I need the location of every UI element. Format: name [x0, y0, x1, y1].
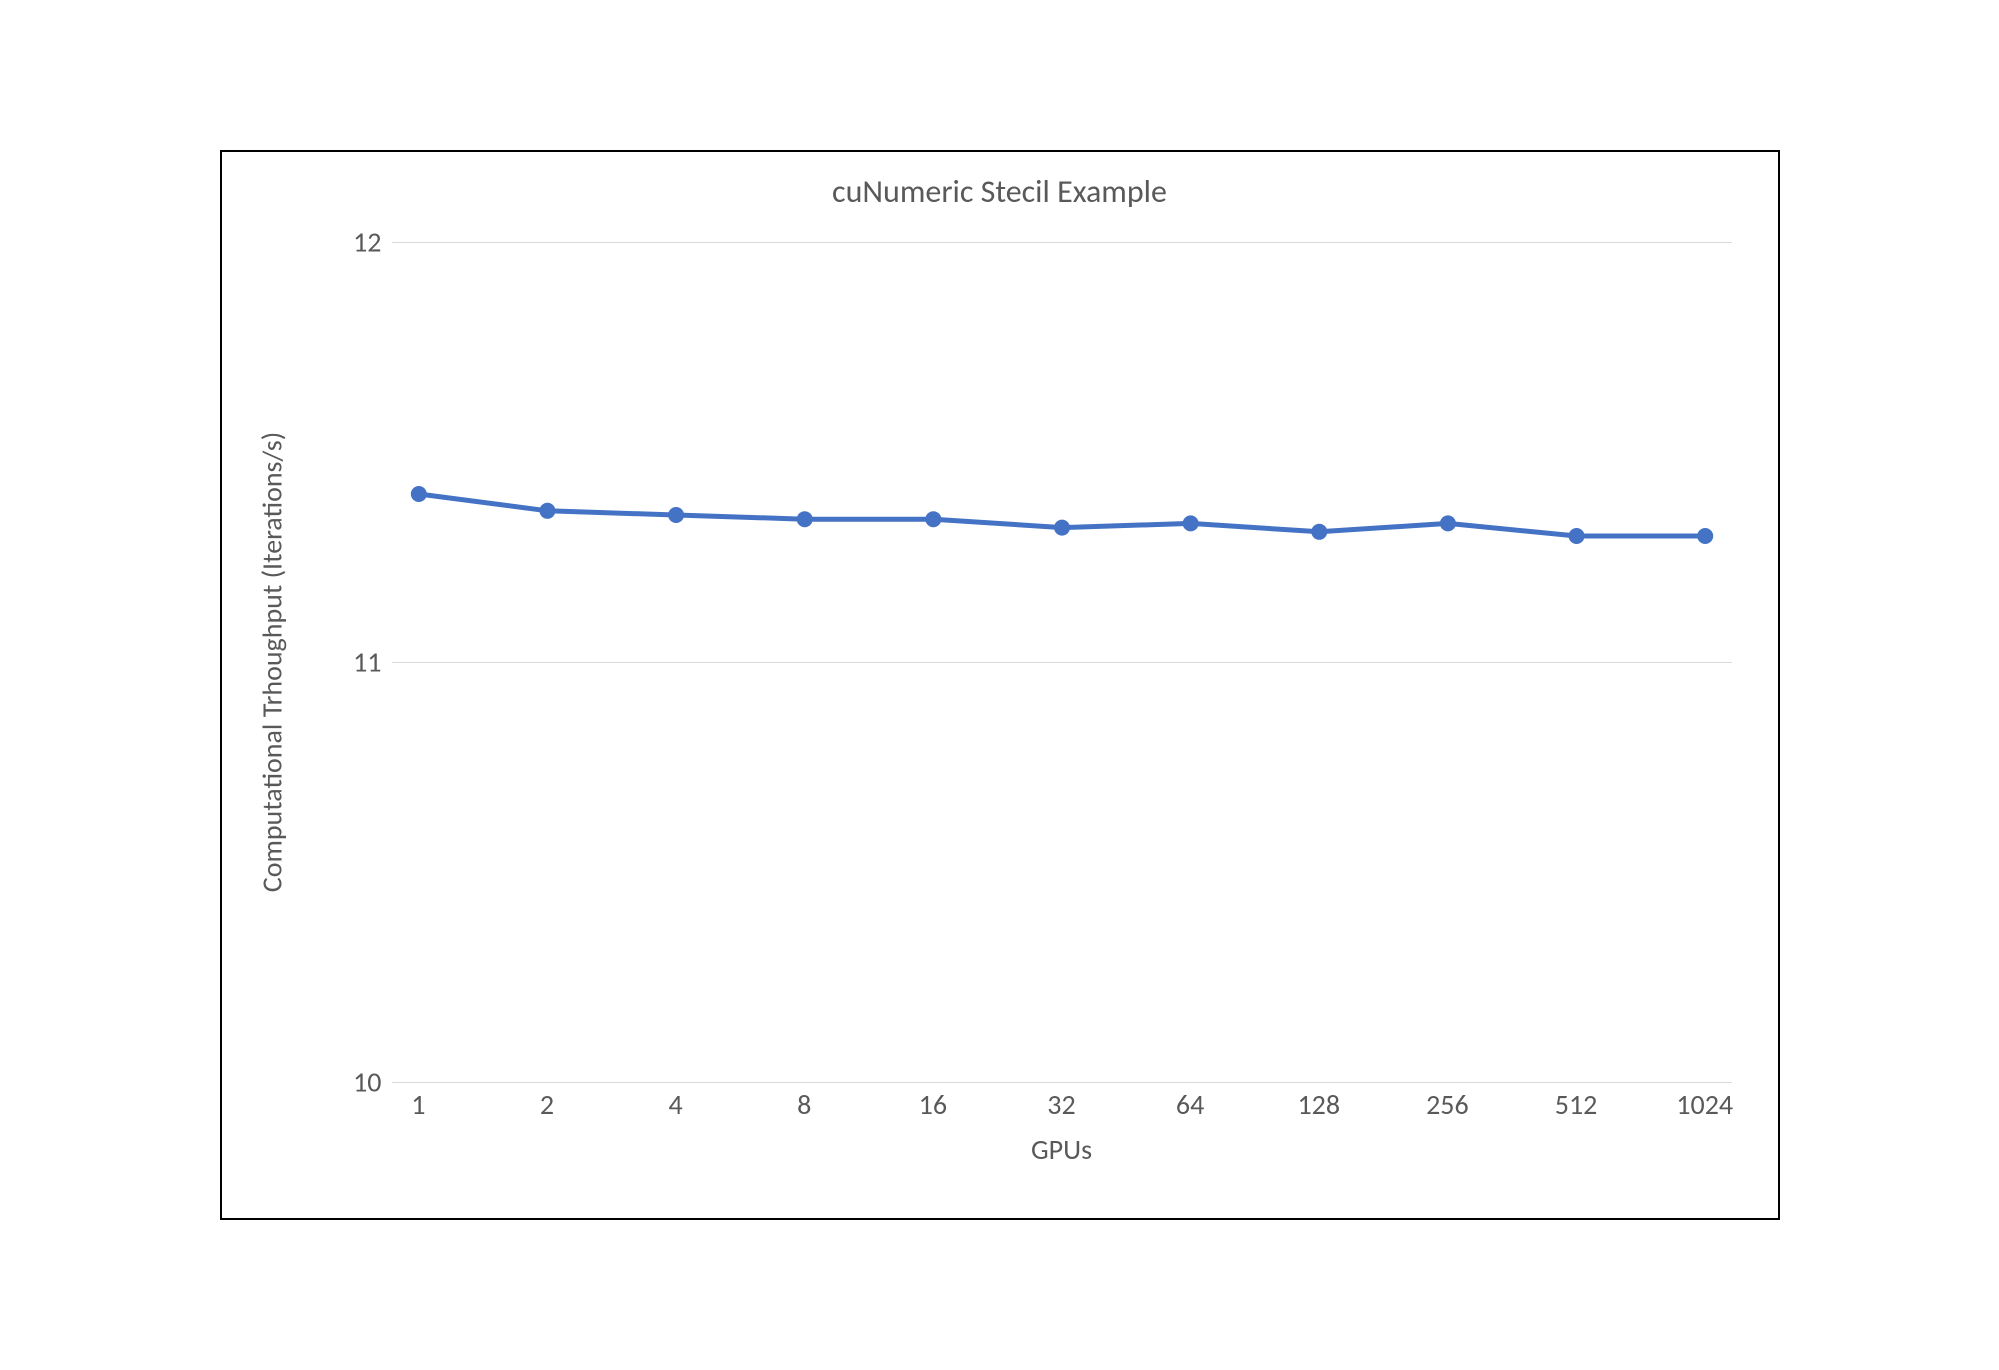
data-point [1182, 515, 1198, 531]
data-point [1054, 520, 1070, 536]
x-tick-label: 128 [1297, 1087, 1340, 1122]
data-point [539, 503, 555, 519]
x-tick-label: 32 [1047, 1087, 1075, 1122]
x-tick-label: 64 [1176, 1087, 1204, 1122]
x-tick-label: 256 [1426, 1087, 1469, 1122]
data-point [796, 511, 812, 527]
x-tick-label: 16 [919, 1087, 947, 1122]
data-point [668, 507, 684, 523]
data-point [1568, 528, 1584, 544]
y-tick-label: 12 [322, 225, 382, 260]
data-point [925, 511, 941, 527]
y-axis-title: Computational Trhoughput (Iterations/s) [254, 432, 289, 892]
data-point [410, 486, 426, 502]
x-tick-label: 2 [540, 1087, 554, 1122]
gridline [392, 242, 1732, 243]
x-tick-label: 1 [411, 1087, 425, 1122]
x-axis-title: GPUs [392, 1132, 1732, 1167]
data-point [1311, 524, 1327, 540]
x-tick-label: 8 [797, 1087, 811, 1122]
gridline [392, 662, 1732, 663]
x-tick-label: 512 [1555, 1087, 1598, 1122]
chart-title: cuNumeric Stecil Example [222, 172, 1778, 211]
chart-frame: cuNumeric Stecil Example Computational T… [220, 150, 1780, 1220]
x-tick-label: 4 [668, 1087, 682, 1122]
data-point [1439, 515, 1455, 531]
gridline [392, 1082, 1732, 1083]
y-tick-label: 11 [322, 645, 382, 680]
x-tick-label: 1024 [1676, 1087, 1733, 1122]
plot-area: Computational Trhoughput (Iterations/s) … [392, 242, 1732, 1082]
y-tick-label: 10 [322, 1065, 382, 1100]
data-point [1697, 528, 1713, 544]
